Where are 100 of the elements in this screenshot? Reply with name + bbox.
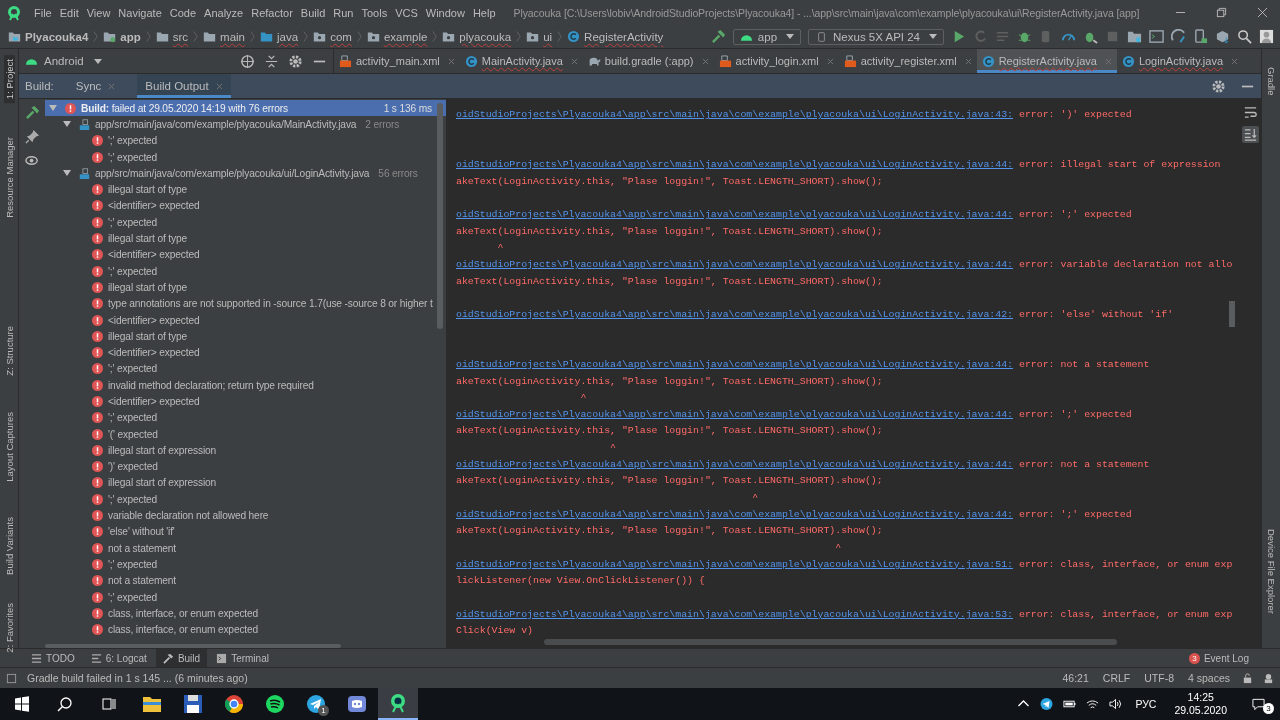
menu-item[interactable]: Edit <box>55 6 83 19</box>
run-configuration-dropdown[interactable]: app <box>732 28 802 45</box>
tree-row[interactable]: not a statement <box>45 540 446 557</box>
tree-row[interactable]: not a statement <box>45 572 446 589</box>
menu-item[interactable]: Navigate <box>114 6 166 19</box>
file-link[interactable]: oidStudioProjects\Plyacouka4\app\src\main\java\com\example\plyacouka\ui\LoginActivity.java:44: <box>456 358 1014 370</box>
panel-tab[interactable]: Build Output <box>137 74 231 98</box>
file-link[interactable]: oidStudioProjects\Plyacouka4\app\src\main\java\com\example\plyacouka\ui\LoginActivity.java:44: <box>456 208 1014 220</box>
tool-window-tab[interactable]: 6: Logcat <box>83 649 154 667</box>
tool-window-tab[interactable]: Gradle <box>1265 63 1277 100</box>
cursor-position[interactable]: 46:21 <box>1060 672 1091 684</box>
tree-row[interactable]: type annotations are not supported in -source 1.7(use -source 8 or higher t <box>45 295 446 312</box>
tree-row[interactable]: ';' expected <box>45 360 446 378</box>
tree-row[interactable]: invalid method declaration; return type required <box>45 377 446 394</box>
menu-item[interactable]: Code <box>165 6 201 19</box>
tree-row[interactable]: illegal start of type <box>45 279 446 296</box>
editor-tab[interactable]: MainActivity.java <box>459 49 583 73</box>
file-link[interactable]: oidStudioProjects\Plyacouka4\app\src\main\java\com\example\plyacouka\ui\LoginActivity.java:44: <box>456 458 1014 470</box>
tree-row[interactable]: ';' expected <box>45 409 446 426</box>
tree-row[interactable]: illegal start of expression <box>45 442 446 459</box>
clock[interactable]: 14:25 29.05.2020 <box>1174 691 1227 717</box>
tree-row[interactable]: ';' expected <box>45 262 446 280</box>
tool-window-tab[interactable]: 2: Favorites <box>3 599 15 657</box>
menu-item[interactable]: VCS <box>391 6 422 19</box>
tool-window-tab[interactable]: Build Variants <box>3 513 15 580</box>
tree-row[interactable]: ';' expected <box>45 132 446 149</box>
breadcrumb-item[interactable]: app <box>101 30 143 43</box>
tree-row[interactable]: <identifier> expected <box>45 344 446 361</box>
tree-row[interactable]: '(' expected <box>45 425 446 443</box>
file-link[interactable]: oidStudioProjects\Plyacouka4\app\src\main\java\com\example\plyacouka\ui\LoginActivity.java:43: <box>456 109 1014 120</box>
tree-row[interactable]: <identifier> expected <box>45 197 446 215</box>
tree-row[interactable]: app/src/main/java/com/example/plyacouka/MainActivity.java 2 errors <box>45 116 446 133</box>
menu-item[interactable]: Window <box>421 6 469 19</box>
tree-row[interactable]: illegal start of type <box>45 230 446 247</box>
tool-window-tab[interactable]: Z: Structure <box>3 321 15 380</box>
breadcrumb-item[interactable]: Plyacouka4 <box>6 30 91 43</box>
tool-window-tab[interactable]: 3 Event Log <box>1181 649 1256 667</box>
breadcrumb-item[interactable]: java <box>258 30 301 43</box>
file-link[interactable]: oidStudioProjects\Plyacouka4\app\src\main\java\com\example\plyacouka\ui\LoginActivity.java:42: <box>456 308 1014 320</box>
file-link[interactable]: oidStudioProjects\Plyacouka4\app\src\main\java\com\example\plyacouka\ui\LoginActivity.java:44: <box>456 408 1014 420</box>
editor-tab[interactable]: RegisterActivity.java <box>976 49 1117 73</box>
breadcrumb-item[interactable]: main <box>201 30 248 43</box>
action-center-button[interactable]: 3 <box>1237 692 1280 716</box>
tree-row[interactable]: ')' expected <box>45 458 446 475</box>
tree-row[interactable]: class, interface, or enum expected <box>45 605 446 622</box>
indent-setting[interactable]: 4 spaces <box>1185 672 1232 684</box>
file-link[interactable]: oidStudioProjects\Plyacouka4\app\src\main\java\com\example\plyacouka\ui\LoginActivity.java:44: <box>456 508 1014 520</box>
menu-item[interactable]: View <box>82 6 115 19</box>
tree-row[interactable]: <identifier> expected <box>45 311 446 329</box>
line-separator[interactable]: CRLF <box>1100 672 1133 684</box>
menu-item[interactable]: Build <box>296 6 330 19</box>
tool-window-tab[interactable]: Device File Explorer <box>1265 525 1277 618</box>
editor-tab[interactable]: activity_login.xml <box>713 49 839 73</box>
menu-item[interactable]: Run <box>329 6 358 19</box>
menu-item[interactable]: File <box>30 6 56 19</box>
menu-item[interactable]: Help <box>468 6 500 19</box>
menu-item[interactable]: Analyze <box>200 6 248 19</box>
file-encoding[interactable]: UTF-8 <box>1142 672 1176 684</box>
breadcrumb-item[interactable]: com <box>311 30 354 43</box>
project-view-dropdown[interactable]: Android <box>25 55 102 67</box>
tree-row[interactable]: ';' expected <box>45 556 446 573</box>
tree-row[interactable]: illegal start of type <box>45 181 446 198</box>
tree-row[interactable]: ';' expected <box>45 588 446 606</box>
breadcrumb-item[interactable]: plyacouka <box>440 30 514 43</box>
editor-tab[interactable]: LoginActivity.java <box>1116 49 1244 73</box>
tree-row[interactable]: ';' expected <box>45 214 446 231</box>
breadcrumb-item[interactable]: example <box>364 30 430 43</box>
panel-tab[interactable]: Sync <box>67 74 124 98</box>
menu-item[interactable]: Tools <box>357 6 392 19</box>
tree-row[interactable]: ';' expected <box>45 148 446 166</box>
tool-window-tab[interactable]: Terminal <box>209 649 276 667</box>
tree-row[interactable]: <identifier> expected <box>45 246 446 263</box>
tree-row[interactable]: app/src/main/java/com/example/plyacouka/ui/LoginActivity.java 56 errors <box>45 165 446 182</box>
tree-row[interactable]: variable declaration not allowed here <box>45 507 446 524</box>
tree-row[interactable]: ';' expected <box>45 491 446 508</box>
tree-row[interactable]: 'else' without 'if' <box>45 523 446 540</box>
file-link[interactable]: oidStudioProjects\Plyacouka4\app\src\main\java\com\example\plyacouka\ui\LoginActivity.java:51: <box>456 558 1014 570</box>
editor-tab[interactable]: activity_register.xml <box>838 49 977 73</box>
file-link[interactable]: oidStudioProjects\Plyacouka4\app\src\main\java\com\example\plyacouka\ui\LoginActivity.java:44: <box>456 258 1014 270</box>
file-link[interactable]: oidStudioProjects\Plyacouka4\app\src\main\java\com\example\plyacouka\ui\LoginActivity.java:53: <box>456 608 1014 620</box>
tree-row[interactable]: class, interface, or enum expected <box>45 621 446 638</box>
menu-item[interactable]: Refactor <box>247 6 297 19</box>
file-link[interactable]: oidStudioProjects\Plyacouka4\app\src\main\java\com\example\plyacouka\ui\LoginActivity.java:44: <box>456 158 1014 170</box>
tree-row[interactable]: Build: failed at 29.05.2020 14:19 with 76 errors 1 s 136 ms <box>45 100 446 117</box>
editor-tab[interactable]: build.gradle (:app) <box>582 49 714 73</box>
tool-window-tab[interactable]: 1: Project <box>3 55 15 104</box>
tool-window-tab[interactable]: TODO <box>24 649 82 667</box>
tool-window-tab[interactable]: Resource Manager <box>3 133 15 222</box>
tool-window-tab[interactable]: Build <box>155 649 208 667</box>
tree-row[interactable]: illegal start of type <box>45 328 446 345</box>
device-dropdown[interactable]: Nexus 5X API 24 <box>808 28 944 45</box>
breadcrumb-item[interactable]: ui <box>524 30 555 43</box>
breadcrumb-item[interactable]: src <box>153 30 191 43</box>
tree-row[interactable]: illegal start of expression <box>45 474 446 492</box>
editor-tab[interactable]: activity_main.xml <box>334 49 460 73</box>
breadcrumb-item[interactable]: RegisterActivity <box>565 30 666 43</box>
input-language[interactable]: РУС <box>1135 698 1157 710</box>
tree-row[interactable]: <identifier> expected <box>45 393 446 410</box>
tool-window-tab[interactable]: Layout Captures <box>3 407 15 486</box>
taskbar-button[interactable]: 1 <box>296 688 336 720</box>
